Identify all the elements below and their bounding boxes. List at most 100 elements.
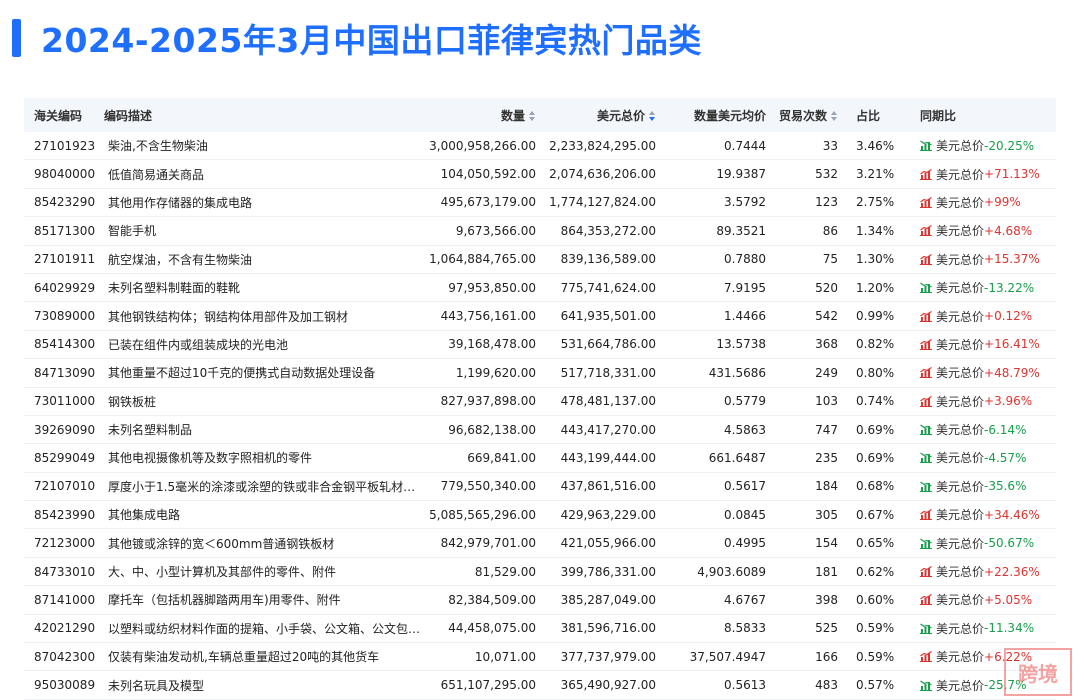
cell-yoy: 美元总价 +48.79% — [918, 364, 1056, 381]
cell-desc: 厚度小于1.5毫米的涂漆或涂塑的铁或非合金钢平板轧材，宽≥600毫米 — [108, 479, 422, 494]
cell-code: 87141000 — [34, 592, 96, 607]
page-title: 2024-2025年3月中国出口菲律宾热门品类 — [41, 21, 702, 60]
table-row[interactable]: 84733010 大、中、小型计算机及其部件的零件、附件 81,529.00 399,… — [24, 558, 1056, 587]
yoy-label: 美元总价 — [936, 565, 985, 580]
table-row[interactable]: 72123000 其他镀或涂锌的宽＜600mm普通钢铁板材 842,979,701.… — [24, 529, 1056, 558]
table-row[interactable]: 42021290 以塑料或纺织材料作面的提箱、小手袋、公文箱、公文包、书包及类似容… — [24, 615, 1056, 644]
cell-pct: 3.21% — [856, 167, 895, 182]
sort-icon[interactable] — [831, 111, 838, 121]
cell-yoy: 美元总价 +71.13% — [918, 166, 1056, 183]
cell-avg: 1.4466 — [724, 309, 766, 324]
cell-cnt: 181 — [815, 564, 838, 579]
cell-usd: 437,861,516.00 — [560, 479, 656, 494]
table-row[interactable]: 72107010 厚度小于1.5毫米的涂漆或涂塑的铁或非合金钢平板轧材，宽≥600… — [24, 473, 1056, 502]
col-header-avg: 数量美元均价 — [693, 108, 766, 123]
trend-up-icon — [920, 338, 932, 350]
table-row[interactable]: 85423290 其他用作存储器的集成电路 495,673,179.00 1,774,… — [24, 189, 1056, 218]
cell-pct: 0.62% — [856, 564, 895, 579]
cell-pct: 1.20% — [856, 280, 895, 295]
trend-up-icon — [920, 225, 932, 237]
table-row[interactable]: 85171300 智能手机 9,673,566.00 864,353,272.00 89… — [24, 217, 1056, 246]
col-header-usd[interactable]: 美元总价 — [538, 107, 658, 124]
table-row[interactable]: 87042300 仅装有柴油发动机,车辆总重量超过20吨的其他货车 10,071.0… — [24, 643, 1056, 672]
cell-qty: 495,673,179.00 — [440, 195, 536, 210]
cell-cnt: 103 — [815, 394, 838, 409]
yoy-label: 美元总价 — [936, 536, 985, 551]
cell-avg: 0.5613 — [724, 678, 766, 693]
cell-desc: 钢铁板桩 — [108, 394, 157, 409]
cell-cnt: 86 — [822, 223, 838, 238]
cell-yoy: 美元总价 +4.68% — [918, 222, 1056, 239]
cell-avg: 0.7444 — [724, 138, 766, 153]
table-row[interactable]: 64029929 未列名塑料制鞋面的鞋靴 97,953,850.00 775,741,… — [24, 274, 1056, 303]
watermark-stamp: 跨境 — [1004, 648, 1072, 696]
cell-cnt: 542 — [815, 309, 838, 324]
cell-code: 84733010 — [34, 564, 96, 579]
yoy-label: 美元总价 — [936, 423, 985, 438]
yoy-value: -50.67% — [984, 536, 1035, 551]
table-row[interactable]: 87141000 摩托车（包括机器脚踏两用车)用零件、附件 82,384,509.0… — [24, 586, 1056, 615]
trend-up-icon — [920, 367, 932, 379]
sort-desc-icon[interactable] — [649, 111, 656, 121]
table-row[interactable]: 98040000 低值简易通关商品 104,050,592.00 2,074,636,… — [24, 160, 1056, 189]
yoy-value: +5.05% — [984, 592, 1033, 607]
table-row[interactable]: 95030089 未列名玩具及模型 651,107,295.00 365,490,92… — [24, 671, 1056, 700]
yoy-value: -13.22% — [984, 280, 1035, 295]
table-row[interactable]: 85414300 已装在组件内或组装成块的光电池 39,168,478.00 531,… — [24, 331, 1056, 360]
cell-cnt: 123 — [815, 195, 838, 210]
trend-up-icon — [920, 253, 932, 265]
table-header: 海关编码 编码描述 数量 美元总价 数量美元均价 贸易次数 占比 同期比 — [24, 98, 1056, 132]
cell-pct: 0.59% — [856, 621, 895, 636]
cell-cnt: 520 — [815, 280, 838, 295]
table-row[interactable]: 27101911 航空煤油，不含有生物柴油 1,064,884,765.00 839,… — [24, 246, 1056, 274]
cell-avg: 13.5738 — [716, 337, 766, 352]
col-header-cnt-label: 贸易次数 — [778, 108, 827, 123]
cell-usd: 478,481,137.00 — [560, 394, 656, 409]
cell-yoy: 美元总价 +3.96% — [918, 393, 1056, 410]
cell-avg: 0.7880 — [724, 252, 766, 267]
table-row[interactable]: 73011000 钢铁板桩 827,937,898.00 478,481,137.00… — [24, 388, 1056, 416]
yoy-label: 美元总价 — [936, 593, 985, 608]
cell-desc: 未列名塑料制品 — [108, 423, 193, 438]
cell-yoy: 美元总价 -50.67% — [918, 535, 1056, 552]
cell-desc: 其他镀或涂锌的宽＜600mm普通钢铁板材 — [108, 536, 335, 551]
table-row[interactable]: 84713090 其他重量不超过10千克的便携式自动数据处理设备 1,199,620… — [24, 359, 1056, 388]
cell-usd: 517,718,331.00 — [560, 365, 656, 380]
col-header-pct: 占比 — [856, 108, 881, 123]
cell-qty: 5,085,565,296.00 — [429, 507, 536, 522]
cell-cnt: 483 — [815, 678, 838, 693]
cell-usd: 429,963,229.00 — [560, 507, 656, 522]
cell-qty: 779,550,340.00 — [440, 479, 536, 494]
cell-desc: 其他重量不超过10千克的便携式自动数据处理设备 — [108, 366, 376, 381]
cell-qty: 81,529.00 — [474, 564, 536, 579]
cell-code: 27101923 — [34, 138, 96, 153]
cell-code: 85423290 — [34, 195, 96, 210]
cell-desc: 航空煤油，不含有生物柴油 — [108, 252, 253, 267]
cell-desc: 仅装有柴油发动机,车辆总重量超过20吨的其他货车 — [108, 650, 380, 665]
table-row[interactable]: 85423990 其他集成电路 5,085,565,296.00 429,963,22… — [24, 501, 1056, 530]
yoy-label: 美元总价 — [936, 167, 985, 182]
sort-icon[interactable] — [529, 111, 536, 121]
cell-yoy: 美元总价 +16.41% — [918, 336, 1056, 353]
table-row[interactable]: 39269090 未列名塑料制品 96,682,138.00 443,417,270.… — [24, 416, 1056, 445]
cell-usd: 377,737,979.00 — [560, 649, 656, 664]
trend-down-icon — [920, 680, 932, 691]
cell-pct: 0.68% — [856, 479, 895, 494]
table-row[interactable]: 85299049 其他电视摄像机等及数字照相机的零件 669,841.00 443,1… — [24, 444, 1056, 473]
cell-avg: 19.9387 — [716, 167, 766, 182]
cell-cnt: 33 — [822, 138, 838, 153]
table-row[interactable]: 73089000 其他钢铁结构体；钢结构体用部件及加工钢材 443,756,161.… — [24, 302, 1056, 331]
col-header-cnt[interactable]: 贸易次数 — [768, 107, 844, 124]
yoy-label: 美元总价 — [936, 366, 985, 381]
cell-pct: 1.30% — [856, 252, 895, 267]
cell-pct: 0.74% — [856, 394, 895, 409]
col-header-qty[interactable]: 数量 — [422, 107, 538, 124]
cell-qty: 3,000,958,266.00 — [429, 138, 536, 153]
cell-qty: 104,050,592.00 — [440, 167, 536, 182]
trend-up-icon — [920, 168, 932, 180]
cell-avg: 4,903.6089 — [697, 564, 766, 579]
cell-code: 42021290 — [34, 621, 96, 636]
cell-cnt: 398 — [815, 592, 838, 607]
table-row[interactable]: 27101923 柴油,不含生物柴油 3,000,958,266.00 2,233,8… — [24, 132, 1056, 161]
cell-qty: 97,953,850.00 — [448, 280, 536, 295]
